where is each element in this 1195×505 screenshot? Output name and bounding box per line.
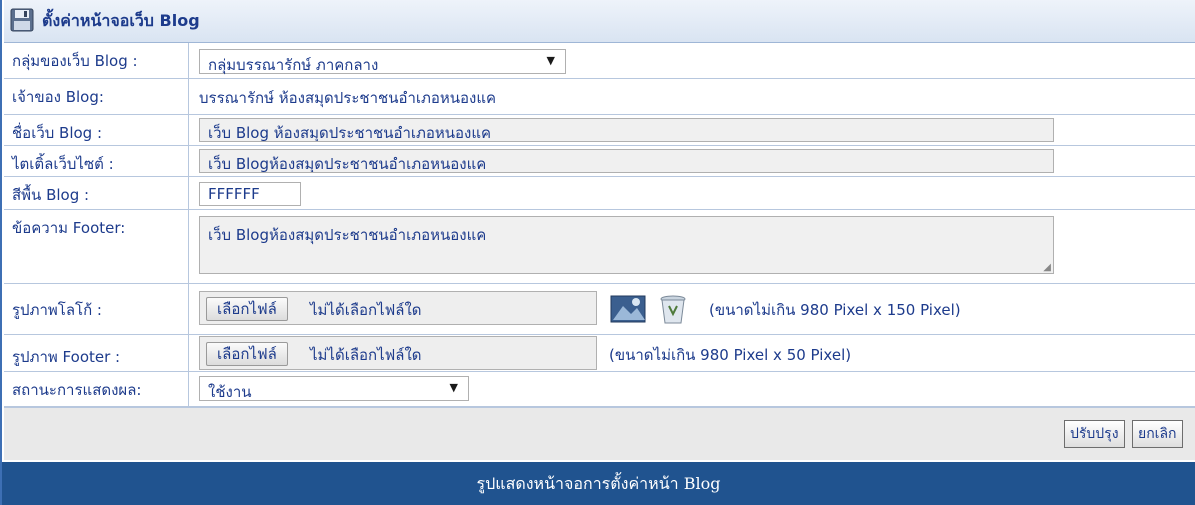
blog-name-input[interactable]: เว็บ Blog ห้องสมุดประชาชนอำเภอหนองแค [199,118,1054,142]
save-disk-icon [10,8,34,32]
image-preview-icon[interactable] [609,292,649,326]
trash-icon[interactable] [656,292,690,326]
logo-label: รูปภาพโลโก้ : [4,284,189,334]
footer-text-label: ข้อความ Footer: [4,210,189,283]
footer-file-status: ไม่ได้เลือกไฟล์ใด [310,346,422,364]
footer-text-row: ข้อความ Footer: เว็บ Blogห้องสมุดประชาชน… [4,210,1195,284]
dropdown-arrow-icon: ▼ [449,381,458,394]
blog-name-label: ชื่อเว็บ Blog : [4,115,189,145]
bg-color-label: สีพื้น Blog : [4,177,189,209]
group-row: กลุ่มของเว็บ Blog : กลุ่มบรรณารักษ์ ภาคก… [4,43,1195,79]
display-status-value: ใช้งาน [208,383,252,401]
footer-image-row: รูปภาพ Footer : เลือกไฟล์ ไม่ได้เลือกไฟล… [4,335,1195,372]
owner-value: บรรณารักษ์ ห้องสมุดประชาชนอำเภอหนองแค [199,89,497,107]
bg-color-input[interactable]: FFFFFF [199,182,301,206]
display-status-row: สถานะการแสดงผล: ใช้งาน ▼ [4,372,1195,407]
footer-size-note: (ขนาดไม่เกิน 980 Pixel x 50 Pixel) [609,346,852,364]
logo-size-note: (ขนาดไม่เกิน 980 Pixel x 150 Pixel) [709,301,961,319]
site-title-label: ไตเติ้ลเว็บไซต์ : [4,146,189,176]
blog-name-row: ชื่อเว็บ Blog : เว็บ Blog ห้องสมุดประชาช… [4,115,1195,146]
update-button[interactable]: ปรับปรุง [1064,420,1125,448]
footer-choose-file-button[interactable]: เลือกไฟล์ [206,342,288,366]
display-status-select[interactable]: ใช้งาน ▼ [199,376,469,401]
display-status-label: สถานะการแสดงผล: [4,372,189,406]
window-titlebar: ตั้งค่าหน้าจอเว็บ Blog [4,0,1195,43]
group-label: กลุ่มของเว็บ Blog : [4,43,189,78]
logo-file-input[interactable]: เลือกไฟล์ ไม่ได้เลือกไฟล์ใด [199,291,597,325]
figure-caption: รูปแสดงหน้าจอการตั้งค่าหน้า Blog [2,462,1195,505]
footer-text-textarea[interactable]: เว็บ Blogห้องสมุดประชาชนอำเภอหนองแค ◢ [199,216,1054,274]
bg-color-row: สีพื้น Blog : FFFFFF [4,177,1195,210]
resize-handle-icon[interactable]: ◢ [1043,262,1051,273]
group-select[interactable]: กลุ่มบรรณารักษ์ ภาคกลาง ▼ [199,49,566,74]
logo-row: รูปภาพโลโก้ : เลือกไฟล์ ไม่ได้เลือกไฟล์ใ… [4,284,1195,335]
footer-image-file-input[interactable]: เลือกไฟล์ ไม่ได้เลือกไฟล์ใด [199,336,597,370]
window-title: ตั้งค่าหน้าจอเว็บ Blog [42,11,200,30]
owner-row: เจ้าของ Blog: บรรณารักษ์ ห้องสมุดประชาชน… [4,79,1195,115]
site-title-row: ไตเติ้ลเว็บไซต์ : เว็บ Blogห้องสมุดประชา… [4,146,1195,177]
action-bar [4,407,1195,460]
footer-image-label: รูปภาพ Footer : [4,335,189,371]
dropdown-arrow-icon: ▼ [546,54,555,67]
cancel-button[interactable]: ยกเลิก [1132,420,1183,448]
logo-choose-file-button[interactable]: เลือกไฟล์ [206,297,288,321]
logo-file-status: ไม่ได้เลือกไฟล์ใด [310,301,422,319]
group-select-value: กลุ่มบรรณารักษ์ ภาคกลาง [208,56,379,74]
owner-label: เจ้าของ Blog: [4,79,189,114]
footer-text-value: เว็บ Blogห้องสมุดประชาชนอำเภอหนองแค [208,226,487,244]
settings-window: ตั้งค่าหน้าจอเว็บ Blog กลุ่มของเว็บ Blog… [0,0,1195,505]
site-title-input[interactable]: เว็บ Blogห้องสมุดประชาชนอำเภอหนองแค [199,149,1054,173]
